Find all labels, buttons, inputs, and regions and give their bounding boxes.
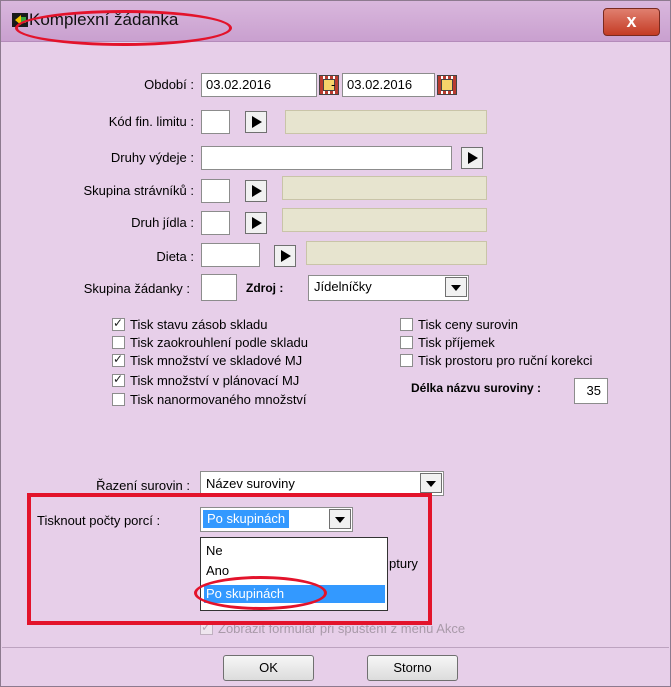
dropdown-option-ano[interactable]: Ano bbox=[204, 562, 229, 580]
skupina-stravniku-name-field bbox=[282, 176, 487, 200]
kod-fin-field[interactable] bbox=[201, 110, 230, 134]
skupina-stravniku-field[interactable] bbox=[201, 179, 230, 203]
druhy-vydeje-label: Druhy výdeje : bbox=[110, 150, 194, 165]
kod-fin-arrow-icon[interactable] bbox=[245, 111, 267, 133]
ok-button[interactable]: OK bbox=[223, 655, 314, 681]
druhy-vydeje-field[interactable] bbox=[201, 146, 452, 170]
druh-jidla-field[interactable] bbox=[201, 211, 230, 235]
druhy-vydeje-arrow-icon[interactable] bbox=[461, 147, 483, 169]
chevron-down-icon[interactable] bbox=[420, 473, 442, 493]
checkbox-label: Tisk množství ve skladové MJ bbox=[130, 353, 303, 368]
checkbox-label: Tisk prostoru pro ruční korekci bbox=[418, 353, 593, 368]
checkbox-label: Tisk příjemek bbox=[418, 335, 495, 350]
delka-label: Délka názvu suroviny : bbox=[411, 381, 542, 395]
chevron-down-icon[interactable] bbox=[445, 277, 467, 297]
hidden-option-text: ptury bbox=[389, 556, 418, 571]
tisknout-label: Tisknout počty porcí : bbox=[37, 513, 161, 528]
checkbox-label: Tisk množství v plánovací MJ bbox=[130, 373, 300, 388]
chevron-down-icon[interactable] bbox=[329, 509, 351, 529]
title-bar: Komplexní žádanka x bbox=[1, 1, 670, 42]
tisknout-select[interactable]: Po skupinách bbox=[200, 507, 353, 532]
razeni-value: Název suroviny bbox=[206, 476, 295, 491]
close-icon: x bbox=[626, 11, 637, 31]
checkbox-tisk-skladove-mj[interactable]: Tisk množství ve skladové MJ bbox=[112, 352, 303, 368]
checkbox-box[interactable] bbox=[112, 372, 125, 387]
date-separator: - bbox=[331, 77, 336, 92]
checkbox-label: Zobrazit formulář při spuštění z menu Ak… bbox=[218, 621, 466, 636]
kod-fin-name-field bbox=[285, 110, 487, 134]
checkbox-label: Tisk nanormovaného množství bbox=[130, 392, 307, 407]
tisknout-dropdown-list[interactable]: Ne Ano Po skupinách bbox=[200, 537, 388, 611]
dieta-field[interactable] bbox=[201, 243, 260, 267]
tisknout-value: Po skupinách bbox=[203, 510, 290, 528]
checkbox-tisk-prijemek[interactable]: Tisk příjemek bbox=[400, 335, 495, 350]
dieta-label: Dieta : bbox=[156, 249, 194, 264]
checkbox-tisk-ceny[interactable]: Tisk ceny surovin bbox=[400, 317, 518, 332]
razeni-select[interactable]: Název suroviny bbox=[200, 471, 444, 496]
close-button[interactable]: x bbox=[603, 8, 660, 36]
zdroj-value: Jídelníčky bbox=[314, 279, 372, 294]
checkbox-box[interactable] bbox=[112, 352, 125, 367]
checkbox-box[interactable] bbox=[112, 393, 125, 406]
checkbox-tisk-prostoru[interactable]: Tisk prostoru pro ruční korekci bbox=[400, 353, 592, 368]
app-icon bbox=[12, 13, 28, 27]
calendar-from-icon[interactable] bbox=[319, 75, 339, 95]
checkbox-tisk-nanormovaneho[interactable]: Tisk nanormovaného množství bbox=[112, 392, 307, 407]
dieta-arrow-icon[interactable] bbox=[274, 245, 296, 267]
checkbox-box[interactable] bbox=[400, 318, 413, 331]
checkbox-box[interactable] bbox=[400, 354, 413, 367]
druh-jidla-label: Druh jídla : bbox=[131, 215, 194, 230]
window-title: Komplexní žádanka bbox=[29, 10, 179, 29]
kod-fin-label: Kód fin. limitu : bbox=[108, 114, 194, 129]
druh-jidla-name-field bbox=[282, 208, 487, 232]
checkbox-tisk-zaokrouhleni[interactable]: Tisk zaokrouhlení podle skladu bbox=[112, 335, 308, 350]
obdobi-label: Období : bbox=[144, 77, 194, 92]
druh-jidla-arrow-icon[interactable] bbox=[245, 212, 267, 234]
checkbox-tisk-stavu[interactable]: Tisk stavu zásob skladu bbox=[112, 316, 268, 332]
checkbox-tisk-planovaci-mj[interactable]: Tisk množství v plánovací MJ bbox=[112, 372, 300, 388]
skupina-zadanky-label: Skupina žádanky : bbox=[83, 281, 190, 296]
calendar-to-icon[interactable] bbox=[437, 75, 457, 95]
checkbox-box bbox=[200, 620, 213, 635]
checkbox-box[interactable] bbox=[112, 316, 125, 331]
dropdown-option-ne[interactable]: Ne bbox=[204, 542, 223, 560]
dropdown-option-po-skupinach[interactable]: Po skupinách bbox=[204, 585, 385, 603]
storno-button[interactable]: Storno bbox=[367, 655, 458, 681]
checkbox-label: Tisk stavu zásob skladu bbox=[130, 317, 268, 332]
checkbox-zobrazit-formular: Zobrazit formulář při spuštění z menu Ak… bbox=[200, 620, 466, 636]
date-from-field[interactable]: 03.02.2016 bbox=[201, 73, 317, 97]
zdroj-select[interactable]: Jídelníčky bbox=[308, 275, 469, 301]
skupina-stravniku-arrow-icon[interactable] bbox=[245, 180, 267, 202]
razeni-label: Řazení surovin : bbox=[96, 478, 190, 493]
checkbox-label: Tisk zaokrouhlení podle skladu bbox=[130, 335, 309, 350]
dialog-window: Komplexní žádanka x Období : 03.02.2016 … bbox=[0, 0, 671, 687]
skupina-zadanky-field[interactable] bbox=[201, 274, 237, 301]
delka-field[interactable]: 35 bbox=[574, 378, 608, 404]
skupina-stravniku-label: Skupina strávníků : bbox=[83, 183, 194, 198]
dieta-name-field bbox=[306, 241, 487, 265]
checkbox-box[interactable] bbox=[400, 336, 413, 349]
checkbox-label: Tisk ceny surovin bbox=[418, 317, 518, 332]
checkbox-box[interactable] bbox=[112, 336, 125, 349]
zdroj-label: Zdroj : bbox=[246, 281, 284, 295]
date-to-field[interactable]: 03.02.2016 bbox=[342, 73, 435, 97]
separator bbox=[2, 647, 669, 648]
